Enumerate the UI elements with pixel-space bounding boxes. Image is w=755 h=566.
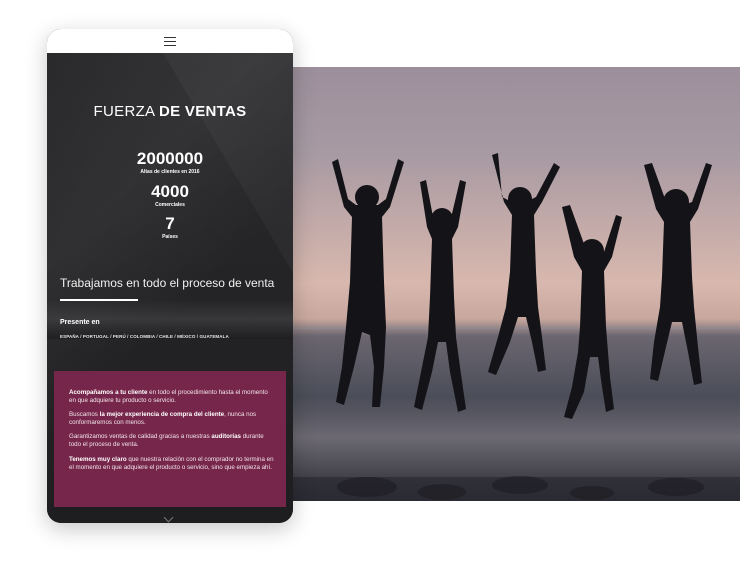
info-bold: Tenemos muy claro: [69, 456, 127, 463]
info-bold: Acompañamos a tu cliente: [69, 389, 148, 396]
stat-altas: 2000000 Altas de clientes en 2016: [47, 150, 293, 176]
hero-photo: [292, 67, 740, 501]
phone-header: [47, 29, 293, 53]
info-box: Acompañamos a tu cliente en todo el proc…: [54, 371, 286, 507]
stat-label: Altas de clientes en 2016: [140, 169, 200, 175]
info-text: Buscamos: [69, 411, 100, 418]
info-bold: auditorías: [211, 433, 241, 440]
info-text: Garantizamos ventas de calidad gracias a…: [69, 433, 212, 440]
countries-list: ESPAÑA / PORTUGAL / PERÚ / COLOMBIA / CH…: [60, 334, 229, 339]
info-bold: la mejor experiencia de compra del clien…: [99, 411, 225, 418]
process-heading: Trabajamos en todo el proceso de venta: [60, 276, 275, 290]
stat-number: 4000: [151, 182, 189, 201]
silhouettes-illustration: [332, 153, 712, 500]
presence-title: Presente en: [60, 319, 100, 326]
heading-underline: [60, 299, 138, 301]
stat-number: 7: [165, 214, 175, 233]
chevron-down-icon[interactable]: [163, 512, 174, 523]
page-title: FUERZA DE VENTAS: [47, 103, 293, 120]
stat-label: Comerciales: [155, 202, 185, 208]
stat-number: 2000000: [136, 149, 204, 168]
stat-paises: 7 Países: [47, 215, 293, 241]
info-paragraph-3: Garantizamos ventas de calidad gracias a…: [69, 433, 274, 448]
info-paragraph-4: Tenemos muy claro que nuestra relación c…: [69, 456, 274, 471]
info-paragraph-2: Buscamos la mejor experiencia de compra …: [69, 411, 274, 426]
title-bold: DE VENTAS: [159, 103, 247, 120]
title-light: FUERZA: [93, 103, 155, 120]
hamburger-icon[interactable]: [164, 36, 176, 46]
phone-screen: FUERZA DE VENTAS 2000000 Altas de client…: [47, 53, 293, 523]
info-paragraph-1: Acompañamos a tu cliente en todo el proc…: [69, 389, 274, 404]
stat-label: Países: [162, 234, 178, 240]
stat-comerciales: 4000 Comerciales: [47, 183, 293, 209]
phone-mockup: FUERZA DE VENTAS 2000000 Altas de client…: [47, 29, 293, 523]
